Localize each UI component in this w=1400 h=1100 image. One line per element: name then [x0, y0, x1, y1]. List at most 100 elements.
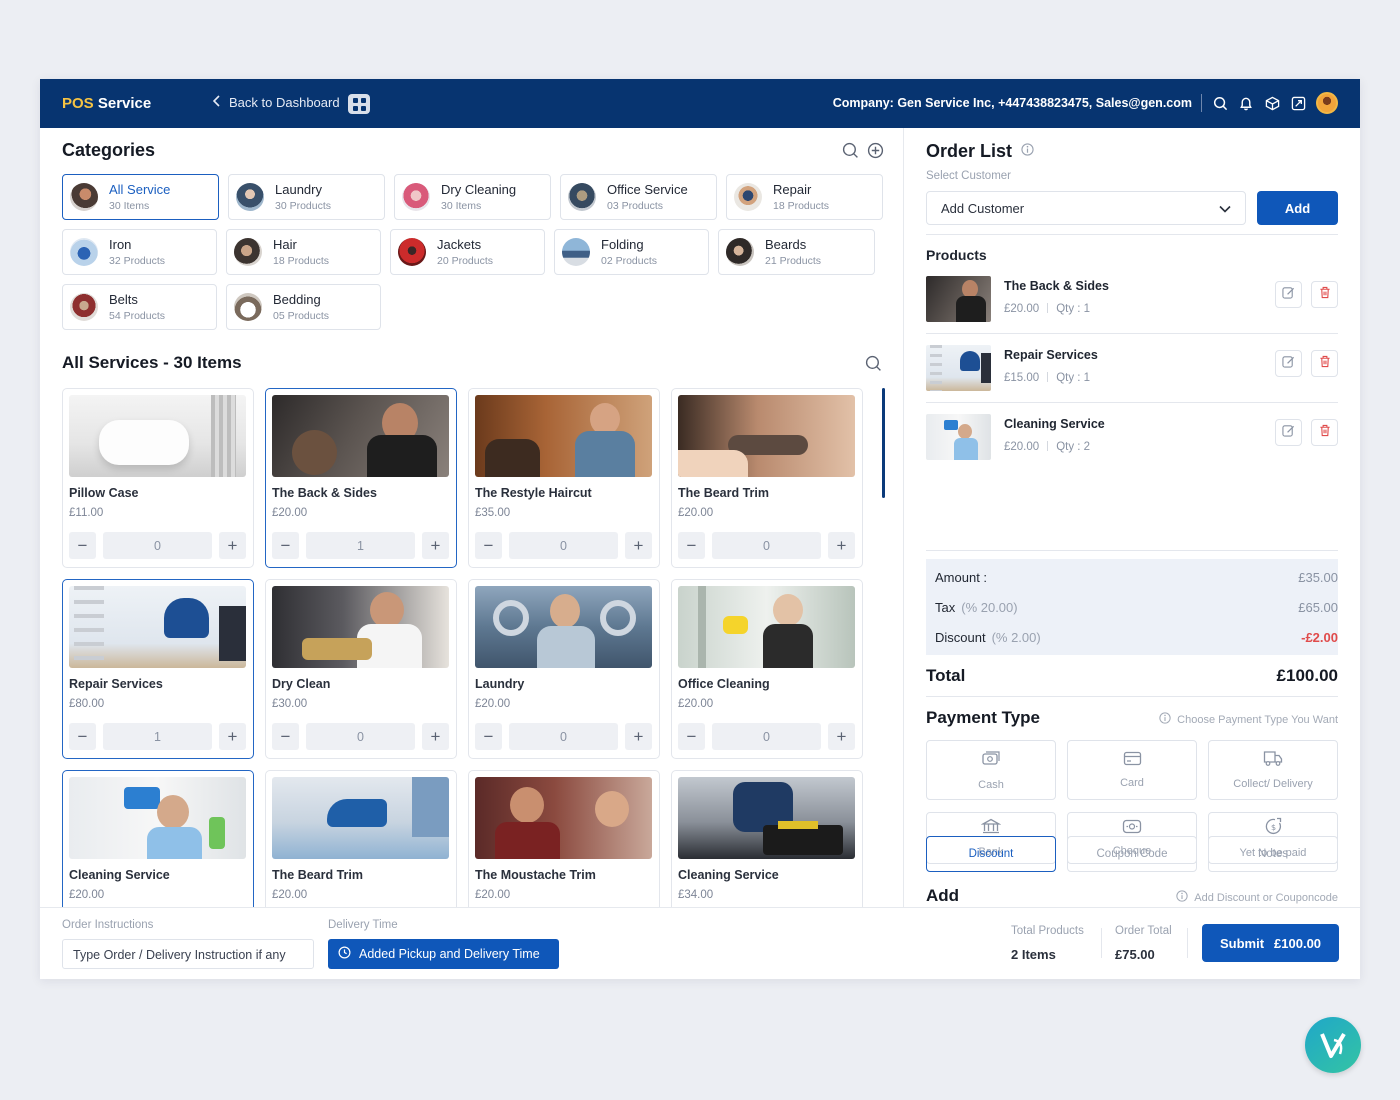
- category-beards[interactable]: Beards 21 Products: [718, 229, 875, 275]
- category-laundry[interactable]: Laundry 30 Products: [228, 174, 385, 220]
- decrement-button[interactable]: −: [272, 723, 299, 750]
- product-price: £20.00: [1004, 303, 1040, 315]
- service-card[interactable]: The Back & Sides £20.00 − 1 +: [265, 388, 457, 568]
- delete-button[interactable]: [1311, 350, 1338, 377]
- increment-button[interactable]: +: [828, 532, 855, 559]
- category-office-service[interactable]: Office Service 03 Products: [560, 174, 717, 220]
- service-card[interactable]: The Beard Trim £20.00 − 0 +: [671, 388, 863, 568]
- category-jackets[interactable]: Jackets 20 Products: [390, 229, 545, 275]
- category-name: Office Service: [607, 182, 688, 197]
- category-folding[interactable]: Folding 02 Products: [554, 229, 709, 275]
- quantity-value[interactable]: 1: [306, 532, 415, 559]
- category-thumb: [402, 183, 430, 211]
- category-thumb: [70, 238, 98, 266]
- back-to-dashboard-link[interactable]: Back to Dashboard: [212, 95, 340, 110]
- coupon-code-button[interactable]: Coupon Code: [1067, 836, 1197, 872]
- quantity-stepper: − 0 +: [475, 723, 652, 750]
- info-icon: [1159, 712, 1171, 727]
- delivery-time-button[interactable]: Added Pickup and Delivery Time: [328, 939, 559, 969]
- service-name: Cleaning Service: [678, 868, 779, 882]
- service-card[interactable]: Cleaning Service £34.00: [671, 770, 863, 907]
- service-name: Dry Clean: [272, 677, 331, 691]
- service-card[interactable]: Laundry £20.00 − 0 +: [468, 579, 660, 759]
- notes-button[interactable]: Notes: [1208, 836, 1338, 872]
- search-icon[interactable]: [1212, 95, 1228, 111]
- product-qty: Qty : 2: [1056, 441, 1091, 453]
- increment-button[interactable]: +: [219, 723, 246, 750]
- service-card[interactable]: Repair Services £80.00 − 1 +: [62, 579, 254, 759]
- quantity-value[interactable]: 0: [509, 723, 618, 750]
- quantity-value[interactable]: 0: [712, 723, 821, 750]
- chevron-down-icon: [1219, 201, 1231, 216]
- quantity-value[interactable]: 0: [103, 532, 212, 559]
- quantity-value[interactable]: 0: [306, 723, 415, 750]
- quantity-value[interactable]: 0: [712, 532, 821, 559]
- category-belts[interactable]: Belts 54 Products: [62, 284, 217, 330]
- service-card[interactable]: Cleaning Service £20.00: [62, 770, 254, 907]
- delete-button[interactable]: [1311, 281, 1338, 308]
- service-card[interactable]: The Moustache Trim £20.00: [468, 770, 660, 907]
- add-circle-icon[interactable]: [867, 142, 884, 164]
- apps-grid-icon[interactable]: [348, 94, 370, 114]
- increment-button[interactable]: +: [625, 532, 652, 559]
- divider: [926, 696, 1338, 697]
- edit-button[interactable]: [1275, 281, 1302, 308]
- info-icon: [1176, 890, 1188, 905]
- category-thumb: [734, 183, 762, 211]
- order-total-value: £75.00: [1115, 947, 1155, 962]
- category-hair[interactable]: Hair 18 Products: [226, 229, 381, 275]
- customer-select[interactable]: Add Customer: [926, 191, 1246, 225]
- category-count: 18 Products: [273, 255, 330, 267]
- service-card[interactable]: Dry Clean £30.00 − 0 +: [265, 579, 457, 759]
- increment-button[interactable]: +: [219, 532, 246, 559]
- category-iron[interactable]: Iron 32 Products: [62, 229, 217, 275]
- delete-button[interactable]: [1311, 419, 1338, 446]
- category-name: Iron: [109, 237, 132, 252]
- decrement-button[interactable]: −: [272, 532, 299, 559]
- decrement-button[interactable]: −: [69, 723, 96, 750]
- increment-button[interactable]: +: [422, 723, 449, 750]
- add-customer-button[interactable]: Add: [1257, 191, 1338, 225]
- user-avatar[interactable]: [1316, 92, 1338, 114]
- delivery-truck-icon: [1263, 750, 1283, 772]
- decrement-button[interactable]: −: [678, 532, 705, 559]
- search-icon[interactable]: [842, 142, 859, 164]
- edit-icon: [1282, 424, 1295, 442]
- edit-button[interactable]: [1275, 350, 1302, 377]
- service-card[interactable]: The Restyle Haircut £35.00 − 0 +: [468, 388, 660, 568]
- category-dry-cleaning[interactable]: Dry Cleaning 30 Items: [394, 174, 551, 220]
- discount-button[interactable]: Discount: [926, 836, 1056, 872]
- category-bedding[interactable]: Bedding 05 Products: [226, 284, 381, 330]
- decrement-button[interactable]: −: [475, 723, 502, 750]
- order-instructions-input[interactable]: Type Order / Delivery Instruction if any: [62, 939, 314, 969]
- service-image: [69, 777, 246, 859]
- increment-button[interactable]: +: [828, 723, 855, 750]
- decrement-button[interactable]: −: [69, 532, 96, 559]
- box-icon[interactable]: [1264, 95, 1280, 111]
- service-card[interactable]: The Beard Trim £20.00: [265, 770, 457, 907]
- service-card[interactable]: Pillow Case £11.00 − 0 +: [62, 388, 254, 568]
- service-card[interactable]: Office Cleaning £20.00 − 0 +: [671, 579, 863, 759]
- product-image: [926, 276, 991, 322]
- edit-button[interactable]: [1275, 419, 1302, 446]
- payment-cash[interactable]: Cash: [926, 740, 1056, 800]
- quantity-stepper: − 1 +: [69, 723, 246, 750]
- divider: [926, 550, 1338, 551]
- category-repair[interactable]: Repair 18 Products: [726, 174, 883, 220]
- bell-icon[interactable]: [1238, 95, 1254, 111]
- decrement-button[interactable]: −: [475, 532, 502, 559]
- category-all-service[interactable]: All Service 30 Items: [62, 174, 219, 220]
- payment-collect-delivery[interactable]: Collect/ Delivery: [1208, 740, 1338, 800]
- quantity-value[interactable]: 1: [103, 723, 212, 750]
- customer-select-value: Add Customer: [941, 200, 1025, 216]
- services-scrollbar[interactable]: [882, 388, 885, 498]
- search-icon[interactable]: [865, 355, 882, 377]
- fullscreen-icon[interactable]: [1290, 95, 1306, 111]
- quantity-value[interactable]: 0: [509, 532, 618, 559]
- decrement-button[interactable]: −: [678, 723, 705, 750]
- increment-button[interactable]: +: [422, 532, 449, 559]
- product-name: The Back & Sides: [1004, 279, 1109, 293]
- submit-button[interactable]: Submit £100.00: [1202, 924, 1339, 962]
- payment-card[interactable]: Card: [1067, 740, 1197, 800]
- increment-button[interactable]: +: [625, 723, 652, 750]
